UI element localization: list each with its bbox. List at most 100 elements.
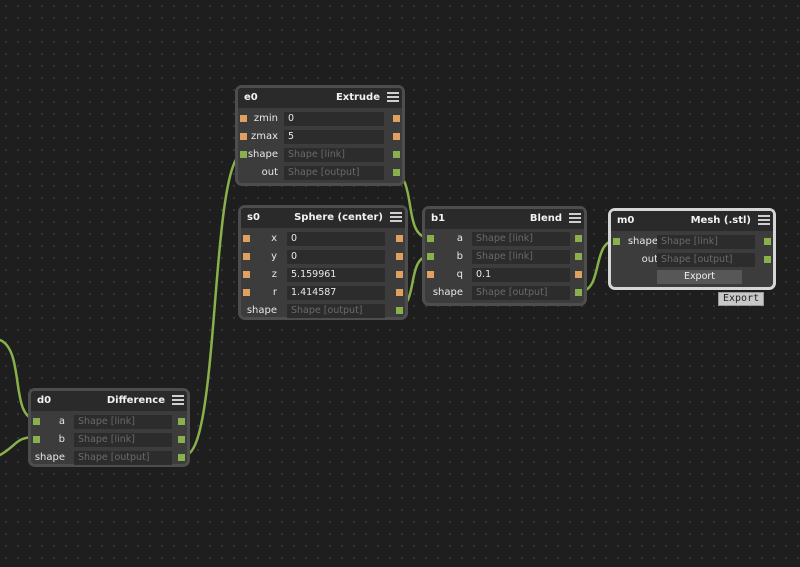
node-title: Difference <box>106 395 165 406</box>
shape-output-port[interactable] <box>575 289 582 296</box>
row-x: x 0 <box>241 232 405 246</box>
row-b: b Shape [link] <box>425 250 584 264</box>
shape-link-field: Shape [link] <box>284 148 384 162</box>
zmax-label: zmax <box>250 131 278 142</box>
q-output-port[interactable] <box>575 271 582 278</box>
b-output-port[interactable] <box>178 436 185 443</box>
node-mesh-stl[interactable]: m0 Mesh (.stl) shape Shape [link] out Sh… <box>608 208 776 290</box>
node-difference[interactable]: d0 Difference a Shape [link] b Shape [li… <box>28 388 190 467</box>
hamburger-menu-icon[interactable] <box>172 395 184 406</box>
hamburger-menu-icon[interactable] <box>390 212 402 223</box>
node-blend[interactable]: b1 Blend a Shape [link] b Shape [link] q… <box>422 206 587 306</box>
node-extrude[interactable]: e0 Extrude zmin 0 zmax 5 shape Shape [li… <box>235 85 405 186</box>
hamburger-menu-icon[interactable] <box>758 215 770 226</box>
shape-link-field: Shape [link] <box>657 235 755 249</box>
node-title: Blend <box>529 213 562 224</box>
x-field[interactable]: 0 <box>287 232 385 246</box>
shape-output-field: Shape [output] <box>472 286 570 300</box>
a-label: a <box>456 233 463 244</box>
b-link-field: Shape [link] <box>74 433 172 447</box>
node-title: Mesh (.stl) <box>690 215 751 226</box>
a-input-port[interactable] <box>427 235 434 242</box>
b-output-port[interactable] <box>575 253 582 260</box>
shape-label: shape <box>432 287 463 298</box>
x-label: x <box>271 233 277 244</box>
a-output-port[interactable] <box>178 418 185 425</box>
node-title: Sphere (center) <box>294 212 383 223</box>
b-label: b <box>456 251 463 262</box>
zmax-output-port[interactable] <box>393 133 400 140</box>
a-link-field: Shape [link] <box>74 415 172 429</box>
z-label: z <box>271 269 277 280</box>
row-out: out Shape [output] <box>611 253 773 267</box>
r-output-port[interactable] <box>396 289 403 296</box>
b-link-field: Shape [link] <box>472 250 570 264</box>
node-id: d0 <box>37 395 52 406</box>
a-output-port[interactable] <box>575 235 582 242</box>
b-input-port[interactable] <box>33 436 40 443</box>
zmin-field[interactable]: 0 <box>284 112 384 126</box>
out-output-port[interactable] <box>764 256 771 263</box>
node-title: Extrude <box>335 92 380 103</box>
node-header[interactable]: s0 Sphere (center) <box>241 208 405 228</box>
export-button[interactable]: Export <box>657 270 742 284</box>
shape-output-port[interactable] <box>764 238 771 245</box>
row-a: a Shape [link] <box>31 415 187 429</box>
r-input-port[interactable] <box>243 289 250 296</box>
row-y: y 0 <box>241 250 405 264</box>
node-header[interactable]: b1 Blend <box>425 209 584 229</box>
row-shape: shape Shape [link] <box>238 148 402 162</box>
q-input-port[interactable] <box>427 271 434 278</box>
shape-input-port[interactable] <box>613 238 620 245</box>
shape-output-port[interactable] <box>393 151 400 158</box>
shape-input-port[interactable] <box>240 151 247 158</box>
shape-label: shape <box>627 236 658 247</box>
row-shape-output: shape Shape [output] <box>31 451 187 465</box>
row-shape-output: shape Shape [output] <box>241 304 405 318</box>
zmin-input-port[interactable] <box>240 115 247 122</box>
row-a: a Shape [link] <box>425 232 584 246</box>
shape-output-port[interactable] <box>178 454 185 461</box>
x-input-port[interactable] <box>243 235 250 242</box>
shape-output-field: Shape [output] <box>287 304 385 318</box>
shape-label: shape <box>34 452 65 463</box>
zmin-output-port[interactable] <box>393 115 400 122</box>
x-output-port[interactable] <box>396 235 403 242</box>
y-output-port[interactable] <box>396 253 403 260</box>
shape-label: shape <box>247 149 278 160</box>
row-z: z 5.159961 <box>241 268 405 282</box>
row-r: r 1.414587 <box>241 286 405 300</box>
node-header[interactable]: d0 Difference <box>31 391 187 411</box>
zmax-field[interactable]: 5 <box>284 130 384 144</box>
z-field[interactable]: 5.159961 <box>287 268 385 282</box>
node-header[interactable]: m0 Mesh (.stl) <box>611 211 773 231</box>
a-input-port[interactable] <box>33 418 40 425</box>
shape-output-field: Shape [output] <box>74 451 172 465</box>
q-field[interactable]: 0.1 <box>472 268 570 282</box>
export-tooltip: Export <box>718 292 765 306</box>
z-input-port[interactable] <box>243 271 250 278</box>
r-field[interactable]: 1.414587 <box>287 286 385 300</box>
wire-d0-shape-to-e0-shape <box>183 151 246 457</box>
row-shape: shape Shape [link] <box>611 235 773 249</box>
shape-output-port[interactable] <box>396 307 403 314</box>
row-out: out Shape [output] <box>238 166 402 180</box>
zmax-input-port[interactable] <box>240 133 247 140</box>
a-link-field: Shape [link] <box>472 232 570 246</box>
y-field[interactable]: 0 <box>287 250 385 264</box>
a-label: a <box>58 416 65 427</box>
node-sphere-center[interactable]: s0 Sphere (center) x 0 y 0 z 5.159961 r … <box>238 205 408 320</box>
node-header[interactable]: e0 Extrude <box>238 88 402 108</box>
hamburger-menu-icon[interactable] <box>569 213 581 224</box>
b-input-port[interactable] <box>427 253 434 260</box>
r-label: r <box>272 287 277 298</box>
out-label: out <box>261 167 278 178</box>
row-zmax: zmax 5 <box>238 130 402 144</box>
y-input-port[interactable] <box>243 253 250 260</box>
b-label: b <box>58 434 65 445</box>
hamburger-menu-icon[interactable] <box>387 92 399 103</box>
out-output-field: Shape [output] <box>657 253 755 267</box>
z-output-port[interactable] <box>396 271 403 278</box>
out-output-port[interactable] <box>393 169 400 176</box>
row-q: q 0.1 <box>425 268 584 282</box>
